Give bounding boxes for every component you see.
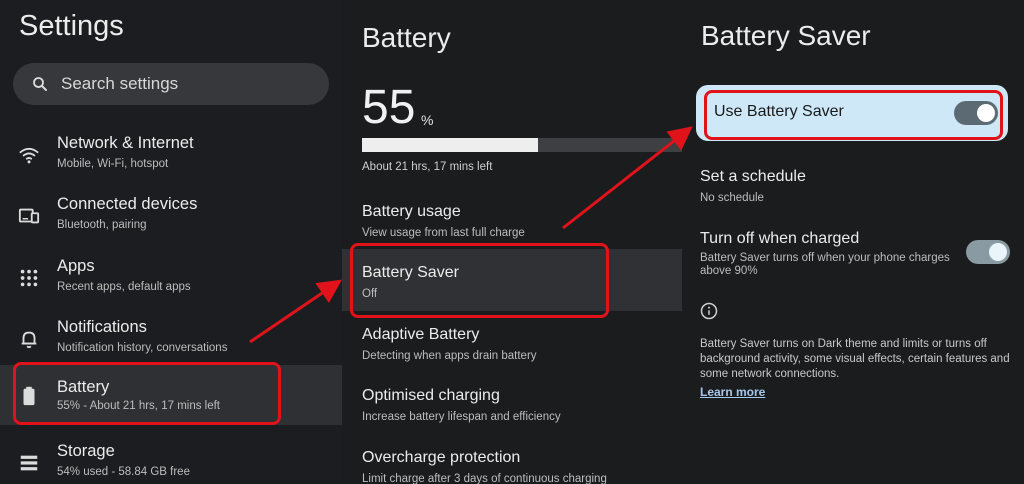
battery-level-fill <box>362 138 538 152</box>
battery-time-left: About 21 hrs, 17 mins left <box>362 161 493 173</box>
bell-icon <box>21 331 37 349</box>
annotation-box-battery-saver <box>350 243 609 318</box>
row-title: Turn off when charged <box>700 230 860 247</box>
nav-title: Network & Internet <box>57 134 194 152</box>
row-subtitle: Detecting when apps drain battery <box>362 350 537 362</box>
row-subtitle: Increase battery lifespan and efficiency <box>362 411 561 423</box>
battery-title: Battery <box>362 22 451 53</box>
row-title: Battery usage <box>362 203 461 220</box>
nav-subtitle: Mobile, Wi-Fi, hotspot <box>57 158 169 170</box>
devices-icon <box>18 208 40 224</box>
row-title: Set a schedule <box>700 168 806 185</box>
battery-saver-info-text: Battery Saver turns on Dark theme and li… <box>700 338 1010 380</box>
turn-off-when-charged-toggle[interactable] <box>966 240 1010 264</box>
settings-title: Settings <box>19 10 124 42</box>
nav-title: Storage <box>57 442 115 460</box>
row-subtitle: Limit charge after 3 days of continuous … <box>362 473 607 484</box>
search-input[interactable]: Search settings <box>61 74 178 94</box>
battery-saver-pane: Battery Saver Use Battery Saver Set a sc… <box>682 0 1024 484</box>
search-icon <box>33 77 47 91</box>
search-bar[interactable]: Search settings <box>13 63 329 105</box>
nav-subtitle: Bluetooth, pairing <box>57 219 147 231</box>
nav-title: Apps <box>57 257 95 275</box>
annotation-box-battery <box>13 362 281 425</box>
info-icon <box>700 302 718 320</box>
battery-saver-title: Battery Saver <box>701 20 871 51</box>
nav-storage[interactable]: Storage 54% used - 58.84 GB free <box>0 436 342 484</box>
battery-level-bar <box>362 138 682 152</box>
nav-apps[interactable]: Apps Recent apps, default apps <box>0 251 342 311</box>
battery-percent-unit: % <box>421 112 434 128</box>
nav-subtitle: Notification history, conversations <box>57 342 228 354</box>
nav-title: Notifications <box>57 318 147 336</box>
optimised-charging-row[interactable]: Optimised charging Increase battery life… <box>362 387 682 423</box>
wifi-icon <box>19 147 39 164</box>
nav-subtitle: Recent apps, default apps <box>57 281 191 293</box>
battery-usage-row[interactable]: Battery usage View usage from last full … <box>362 203 682 239</box>
set-schedule-row[interactable]: Set a schedule No schedule <box>700 168 1020 204</box>
turn-off-when-charged-row[interactable]: Turn off when charged Battery Saver turn… <box>700 230 960 278</box>
nav-network-internet[interactable]: Network & Internet Mobile, Wi-Fi, hotspo… <box>0 128 342 188</box>
row-subtitle: View usage from last full charge <box>362 227 525 239</box>
learn-more-link[interactable]: Learn more <box>700 385 765 399</box>
nav-subtitle: 54% used - 58.84 GB free <box>57 466 190 478</box>
storage-icon <box>20 455 38 471</box>
row-title: Overcharge protection <box>362 449 521 466</box>
toggle-knob <box>989 243 1007 261</box>
overcharge-protection-row[interactable]: Overcharge protection Limit charge after… <box>362 449 682 484</box>
row-subtitle: Battery Saver turns off when your phone … <box>700 252 950 277</box>
annotation-box-use-battery-saver <box>704 90 1003 140</box>
adaptive-battery-row[interactable]: Adaptive Battery Detecting when apps dra… <box>362 326 682 362</box>
apps-grid-icon <box>20 269 38 287</box>
nav-title: Connected devices <box>57 195 198 213</box>
nav-connected-devices[interactable]: Connected devices Bluetooth, pairing <box>0 189 342 249</box>
row-title: Optimised charging <box>362 387 500 404</box>
row-subtitle: No schedule <box>700 192 764 204</box>
row-title: Adaptive Battery <box>362 326 480 343</box>
battery-pane: Battery 55 % About 21 hrs, 17 mins left … <box>342 0 682 484</box>
battery-percent: 55 <box>362 81 416 134</box>
